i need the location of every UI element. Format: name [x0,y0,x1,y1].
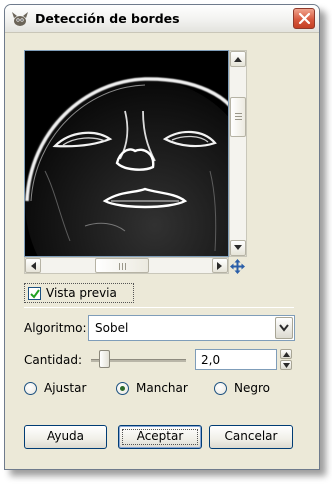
arrow-down-icon [283,363,290,368]
vertical-scroll-thumb[interactable] [230,97,246,137]
algorithm-label: Algoritmo: [24,321,87,335]
amount-input[interactable]: 2,0 [195,349,277,370]
arrow-down-icon [234,245,242,250]
grip-line [235,119,242,120]
radio-smear-label: Manchar [136,381,188,395]
arrow-left-icon [31,262,36,270]
scroll-down-button[interactable] [230,240,246,256]
amount-decrement-button[interactable] [280,360,292,370]
grip-line [235,113,242,114]
show-preview-label: Vista previa [46,286,117,300]
scroll-up-button[interactable] [230,51,246,67]
horizontal-scroll-thumb[interactable] [95,258,149,273]
gimp-wilber-icon [12,12,28,26]
scroll-left-button[interactable] [25,258,41,273]
amount-label: Cantidad: [24,353,83,367]
radio-wrap[interactable]: Ajustar [24,381,104,397]
separator [24,307,294,308]
algorithm-value: Sobel [95,321,129,335]
amount-slider-thumb[interactable] [99,350,110,368]
radio-black[interactable]: Negro [214,381,284,397]
dialog-body: Vista previa Algoritmo: Sobel Cantidad: … [5,33,319,469]
close-button[interactable] [293,8,315,29]
ok-button[interactable]: Aceptar [118,425,202,449]
preview-horizontal-scrollbar[interactable] [24,257,229,274]
amount-value: 2,0 [201,353,221,367]
amount-increment-button[interactable] [280,349,292,359]
arrow-up-icon [283,352,290,357]
radio-black-dot[interactable] [214,382,227,395]
radio-wrap-dot[interactable] [24,382,37,395]
grip-line [122,263,123,270]
close-icon [298,12,311,25]
radio-black-label: Negro [234,381,270,395]
four-way-arrow-icon[interactable] [230,259,245,274]
arrow-right-icon [217,262,222,270]
edge-detect-dialog: Detección de bordes Vista previa Algorit… [4,4,320,470]
preview-vertical-scrollbar[interactable] [229,50,247,257]
arrow-up-icon [234,57,242,62]
radio-wrap-label: Ajustar [44,381,87,395]
title-bar[interactable]: Detección de bordes [5,5,319,33]
cancel-button[interactable]: Cancelar [209,425,293,449]
edge-preview-image [25,51,228,256]
grip-line [119,263,120,270]
radio-smear-dot[interactable] [116,382,129,395]
radio-smear[interactable]: Manchar [116,381,206,397]
preview-area[interactable] [24,50,229,257]
scroll-right-button[interactable] [212,258,228,273]
checkmark-icon [30,289,40,299]
grip-line [125,263,126,270]
algorithm-dropdown-button[interactable] [275,317,293,339]
grip-line [235,116,242,117]
show-preview-checkbox[interactable] [28,287,41,300]
window-title: Detección de bordes [35,11,180,26]
help-button[interactable]: Ayuda [24,425,107,449]
algorithm-select[interactable]: Sobel [88,315,295,341]
chevron-down-icon [279,324,289,332]
show-preview-toggle[interactable]: Vista previa [24,283,134,303]
